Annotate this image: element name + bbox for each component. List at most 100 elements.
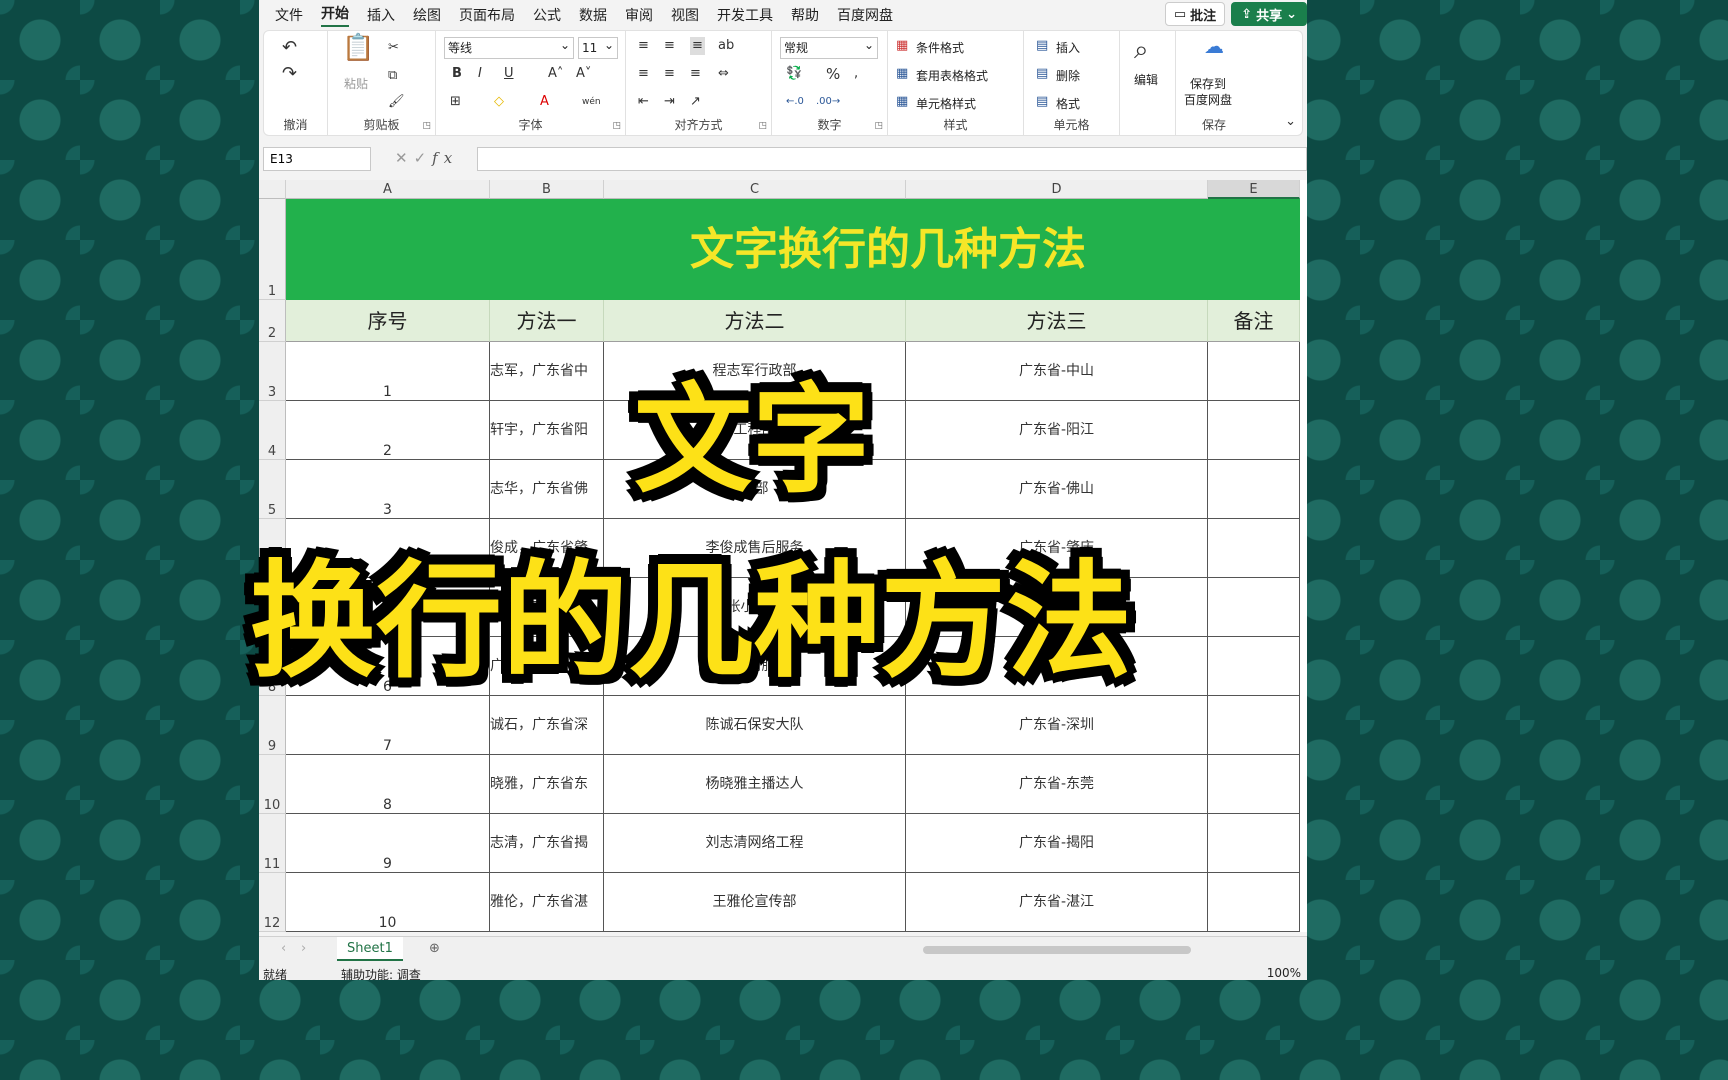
increase-decimal-icon[interactable]: ←.0 [786, 93, 804, 111]
italic-icon[interactable]: I [478, 65, 482, 83]
remark-cell[interactable] [1208, 696, 1300, 755]
comma-icon[interactable]: , [854, 65, 858, 83]
conditional-format-button[interactable]: 条件格式 [916, 39, 964, 56]
index-cell[interactable]: 1 [286, 342, 490, 401]
formula-input[interactable] [477, 147, 1307, 171]
row-header[interactable]: 10 [259, 755, 286, 814]
sheet-tab-sheet1[interactable]: Sheet1 [337, 937, 403, 961]
copy-icon[interactable]: ⧉ [388, 67, 397, 85]
header-cell[interactable]: 方法一 [490, 300, 604, 342]
align-center-icon[interactable]: ≡ [664, 65, 675, 83]
remark-cell[interactable] [1208, 637, 1300, 696]
method2-cell[interactable]: 王雅伦宣传部 [604, 873, 906, 932]
row-header[interactable]: 5 [259, 460, 286, 519]
row-header[interactable]: 1 [259, 199, 286, 300]
remark-cell[interactable] [1208, 578, 1300, 637]
align-middle-icon[interactable]: ≡ [664, 37, 675, 55]
index-cell[interactable]: 8 [286, 755, 490, 814]
header-cell[interactable]: 方法三 [906, 300, 1208, 342]
remark-cell[interactable] [1208, 401, 1300, 460]
menu-tab[interactable]: 开始 [321, 3, 349, 27]
remark-cell[interactable] [1208, 342, 1300, 401]
method1-cell[interactable]: 轩宇，广东省阳 [490, 401, 604, 460]
remark-cell[interactable] [1208, 460, 1300, 519]
merge-icon[interactable]: ⇔ [718, 65, 729, 83]
paste-icon[interactable]: 📋 [342, 35, 374, 61]
index-cell[interactable]: 3 [286, 460, 490, 519]
prev-sheet-icon[interactable]: ‹ [281, 940, 286, 958]
delete-cells-button[interactable]: 删除 [1056, 67, 1080, 84]
method2-cell[interactable]: 陈诚石保安大队 [604, 696, 906, 755]
method3-cell[interactable]: 广东省-湛江 [906, 873, 1208, 932]
menu-tab[interactable]: 数据 [579, 5, 607, 25]
index-cell[interactable]: 2 [286, 401, 490, 460]
share-button[interactable]: ⇪ 共享 ⌄ [1231, 2, 1307, 26]
percent-icon[interactable]: % [826, 65, 840, 83]
method1-cell[interactable]: 雅伦，广东省湛 [490, 873, 604, 932]
row-header[interactable]: 11 [259, 814, 286, 873]
method3-cell[interactable]: 广东省-阳江 [906, 401, 1208, 460]
method1-cell[interactable]: 志华，广东省佛 [490, 460, 604, 519]
collapse-ribbon-icon[interactable]: ⌄ [1285, 113, 1296, 131]
orientation-icon[interactable]: ↗ [690, 93, 701, 111]
row-header[interactable]: 4 [259, 401, 286, 460]
number-format-select[interactable]: 常规 [780, 35, 878, 59]
menu-tab[interactable]: 视图 [671, 5, 699, 25]
column-header[interactable]: E [1208, 180, 1300, 199]
format-cells-button[interactable]: 格式 [1056, 95, 1080, 112]
conditional-format-icon[interactable]: ▦ [896, 37, 908, 55]
increase-indent-icon[interactable]: ⇥ [664, 93, 675, 111]
select-all-corner[interactable] [259, 180, 286, 199]
accessibility-status[interactable]: 辅助功能: 调查 [341, 966, 421, 980]
font-color-icon[interactable]: A [540, 93, 549, 111]
dialog-launcher-icon[interactable]: ◳ [874, 121, 883, 131]
format-painter-icon[interactable]: 🖌 [388, 93, 405, 111]
menu-tab[interactable]: 文件 [275, 5, 303, 25]
menu-tab[interactable]: 审阅 [625, 5, 653, 25]
edit-button[interactable]: 编辑 [1134, 71, 1158, 88]
method1-cell[interactable]: 晓雅，广东省东 [490, 755, 604, 814]
method3-cell[interactable]: 广东省-中山 [906, 342, 1208, 401]
decrease-font-icon[interactable]: A˅ [576, 65, 591, 83]
row-header[interactable]: 9 [259, 696, 286, 755]
menu-tab[interactable]: 公式 [533, 5, 561, 25]
horizontal-scrollbar[interactable] [923, 946, 1191, 954]
baidu-cloud-icon[interactable]: ☁ [1204, 36, 1224, 56]
method1-cell[interactable]: 志清，广东省揭 [490, 814, 604, 873]
remark-cell[interactable] [1208, 755, 1300, 814]
method3-cell[interactable]: 广东省-东莞 [906, 755, 1208, 814]
menu-tab[interactable]: 帮助 [791, 5, 819, 25]
decrease-decimal-icon[interactable]: .00→ [816, 93, 840, 111]
menu-tab[interactable]: 开发工具 [717, 5, 773, 25]
dialog-launcher-icon[interactable]: ◳ [758, 121, 767, 131]
method2-cell[interactable]: 杨晓雅主播达人 [604, 755, 906, 814]
accounting-icon[interactable]: 💱 [786, 65, 802, 83]
phonetic-icon[interactable]: wén [582, 93, 601, 111]
header-cell[interactable]: 序号 [286, 300, 490, 342]
align-left-icon[interactable]: ≡ [638, 65, 649, 83]
method1-cell[interactable]: 诚石，广东省深 [490, 696, 604, 755]
table-format-icon[interactable]: ▦ [896, 65, 908, 83]
row-header[interactable]: 3 [259, 342, 286, 401]
add-sheet-icon[interactable]: ⊕ [429, 940, 440, 958]
row-header[interactable]: 12 [259, 873, 286, 932]
title-cell[interactable]: 文字换行的几种方法 [286, 199, 1300, 300]
paste-label[interactable]: 粘贴 [344, 75, 368, 92]
cut-icon[interactable]: ✂ [388, 39, 399, 57]
column-header[interactable]: C [604, 180, 906, 199]
dialog-launcher-icon[interactable]: ◳ [612, 121, 621, 131]
undo-icon[interactable]: ↶ [282, 39, 297, 57]
save-baidu-label-2[interactable]: 百度网盘 [1184, 91, 1232, 108]
remark-cell[interactable] [1208, 873, 1300, 932]
cell-style-icon[interactable]: ▦ [896, 93, 908, 111]
column-header[interactable]: D [906, 180, 1208, 199]
header-cell[interactable]: 备注 [1208, 300, 1300, 342]
menu-tab[interactable]: 页面布局 [459, 5, 515, 25]
insert-cells-button[interactable]: 插入 [1056, 39, 1080, 56]
decrease-indent-icon[interactable]: ⇤ [638, 93, 649, 111]
menu-tab[interactable]: 绘图 [413, 5, 441, 25]
column-header[interactable]: A [286, 180, 490, 199]
align-right-icon[interactable]: ≡ [690, 65, 701, 83]
cell-style-button[interactable]: 单元格样式 [916, 95, 976, 112]
remark-cell[interactable] [1208, 519, 1300, 578]
